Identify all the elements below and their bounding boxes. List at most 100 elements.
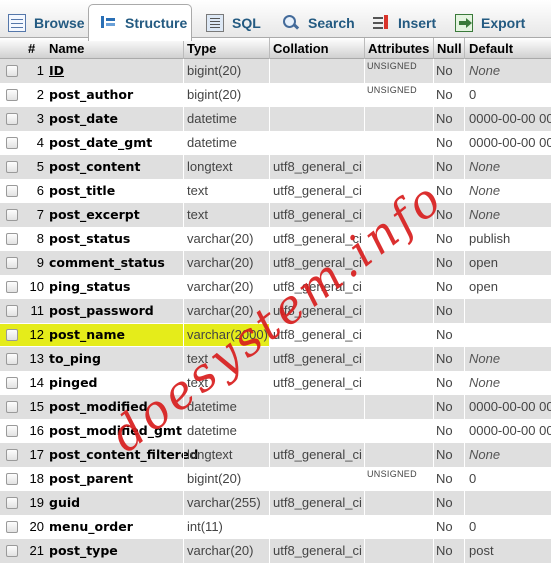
tab-sql[interactable]: SQL [206,4,261,41]
row-number: 4 [36,135,44,150]
row-checkbox[interactable] [6,353,18,365]
column-name[interactable]: post_modified_gmt [49,423,182,438]
row-checkbox[interactable] [6,257,18,269]
column-name[interactable]: post_parent [49,471,133,486]
row-checkbox[interactable] [6,113,18,125]
column-type: varchar(20) [187,543,254,558]
row-checkbox[interactable] [6,305,18,317]
column-name[interactable]: pinged [49,375,98,390]
row-checkbox[interactable] [6,329,18,341]
tab-insert[interactable]: Insert [372,4,436,41]
column-null: No [436,399,453,414]
header-name[interactable]: Name [49,41,84,56]
table-row[interactable]: 3 post_date datetime No 0000-00-00 00 [0,107,551,131]
column-name[interactable]: comment_status [49,255,165,270]
row-checkbox[interactable] [6,521,18,533]
row-checkbox[interactable] [6,233,18,245]
row-checkbox[interactable] [6,377,18,389]
table-row[interactable]: 7 post_excerpt text utf8_general_ci No None [0,203,551,227]
table-row[interactable]: 11 post_password varchar(20) utf8_general_c… [0,299,551,323]
column-default: None [469,159,501,174]
table-row[interactable]: 15 post_modified datetime No 0000-00-00 00 [0,395,551,419]
column-name[interactable]: guid [49,495,80,510]
row-checkbox[interactable] [6,497,18,509]
table-row[interactable]: 4 post_date_gmt datetime No 0000-00-00 00 [0,131,551,155]
table-row[interactable]: 19 guid varchar(255) utf8_general_ci No [0,491,551,515]
row-checkbox[interactable] [6,185,18,197]
header-type[interactable]: Type [187,41,216,56]
row-number: 16 [29,423,44,438]
column-name[interactable]: post_author [49,87,133,102]
header-collation[interactable]: Collation [273,41,329,56]
column-null: No [436,87,453,102]
column-type: bigint(20) [187,63,242,78]
column-type: varchar(20) [187,231,254,246]
tab-search[interactable]: Search [282,4,355,41]
row-checkbox[interactable] [6,425,18,437]
table-row[interactable]: 9 comment_status varchar(20) utf8_general_c… [0,251,551,275]
column-name[interactable]: post_status [49,231,130,246]
row-checkbox[interactable] [6,545,18,557]
table-row[interactable]: 20 menu_order int(11) No 0 [0,515,551,539]
column-default: 0000-00-00 00 [469,135,551,150]
column-name[interactable]: ping_status [49,279,131,294]
table-row[interactable]: 6 post_title text utf8_general_ci No None [0,179,551,203]
column-name[interactable]: post_date [49,111,118,126]
tab-structure-label: Structure [125,15,188,31]
row-number: 1 [36,63,44,78]
column-name[interactable]: post_modified [49,399,148,414]
column-null: No [436,231,453,246]
header-null[interactable]: Null [437,41,462,56]
row-checkbox[interactable] [6,281,18,293]
row-checkbox[interactable] [6,65,18,77]
tab-structure[interactable]: Structure [88,4,192,41]
tab-export[interactable]: Export [455,4,525,41]
column-name[interactable]: post_type [49,543,118,558]
table-row[interactable]: 17 post_content_filtered longtext utf8_gene… [0,443,551,467]
export-icon [455,13,473,32]
column-default: 0000-00-00 00 [469,111,551,126]
column-null: No [436,183,453,198]
column-collation: utf8_general_ci [273,543,362,558]
row-number: 18 [29,471,44,486]
row-number: 8 [36,231,44,246]
column-name[interactable]: to_ping [49,351,101,366]
table-row[interactable]: 1 ID bigint(20) UNSIGNED No None [0,59,551,83]
row-checkbox[interactable] [6,89,18,101]
header-default[interactable]: Default [469,41,513,56]
table-row[interactable]: 5 post_content longtext utf8_general_ci No No… [0,155,551,179]
row-checkbox[interactable] [6,209,18,221]
table-row[interactable]: 10 ping_status varchar(20) utf8_general_ci N… [0,275,551,299]
row-checkbox[interactable] [6,401,18,413]
table-row[interactable]: 13 to_ping text utf8_general_ci No None [0,347,551,371]
column-name[interactable]: post_content [49,159,140,174]
column-name[interactable]: post_title [49,183,115,198]
column-name[interactable]: post_excerpt [49,207,140,222]
column-name[interactable]: menu_order [49,519,133,534]
table-row[interactable]: 8 post_status varchar(20) utf8_general_ci No… [0,227,551,251]
row-checkbox[interactable] [6,473,18,485]
tab-browse[interactable]: Browse [8,4,85,41]
column-name[interactable]: post_date_gmt [49,135,152,150]
column-type: varchar(255) [187,495,261,510]
column-collation: utf8_general_ci [273,183,362,198]
table-row[interactable]: 16 post_modified_gmt datetime No 0000-00-00 … [0,419,551,443]
table-row[interactable]: 21 post_type varchar(20) utf8_general_ci No p… [0,539,551,563]
table-row[interactable]: 18 post_parent bigint(20) UNSIGNED No 0 [0,467,551,491]
column-name[interactable]: post_content_filtered [49,447,198,462]
table-row[interactable]: 2 post_author bigint(20) UNSIGNED No 0 [0,83,551,107]
column-name[interactable]: post_password [49,303,154,318]
row-checkbox[interactable] [6,161,18,173]
table-row[interactable]: 12 post_name varchar(2000) utf8_general_ci N… [0,323,551,347]
table-row[interactable]: 14 pinged text utf8_general_ci No None [0,371,551,395]
row-number: 6 [36,183,44,198]
column-name[interactable]: ID [49,63,64,78]
column-collation: utf8_general_ci [273,279,362,294]
column-default: post [469,543,494,558]
row-checkbox[interactable] [6,449,18,461]
column-type: bigint(20) [187,471,242,486]
column-name[interactable]: post_name [49,327,125,342]
row-checkbox[interactable] [6,137,18,149]
header-attributes[interactable]: Attributes [368,41,429,56]
column-null: No [436,303,453,318]
